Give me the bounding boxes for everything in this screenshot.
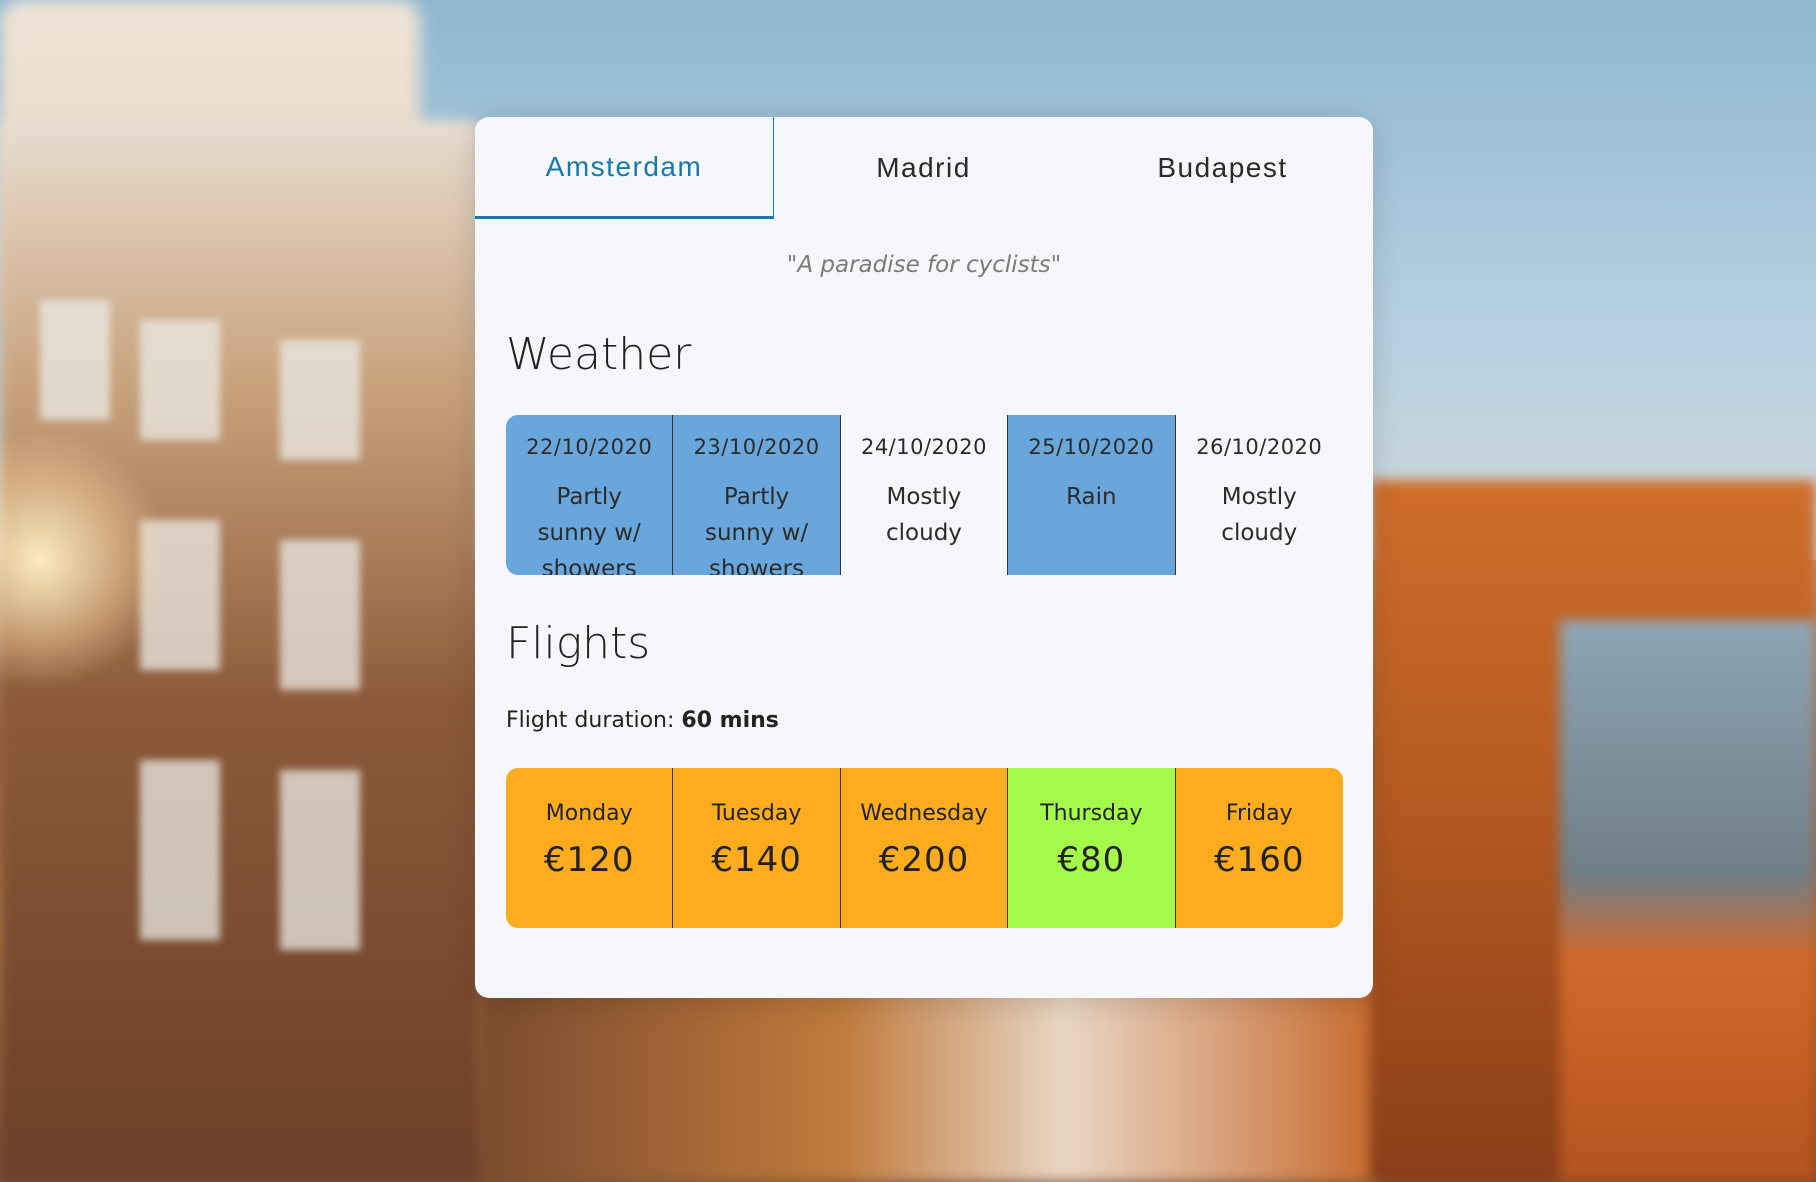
flight-price: €120 bbox=[543, 840, 635, 880]
background-window bbox=[40, 300, 110, 420]
flight-day-label: Thursday bbox=[1040, 801, 1143, 826]
flights-heading: Flights bbox=[506, 618, 651, 669]
weather-date: 26/10/2020 bbox=[1196, 435, 1323, 459]
flight-day[interactable]: Wednesday €200 bbox=[840, 768, 1009, 928]
background-window bbox=[140, 760, 220, 940]
flight-price: €80 bbox=[1057, 840, 1126, 880]
city-tabs: Amsterdam Madrid Budapest bbox=[475, 117, 1373, 219]
weather-date: 24/10/2020 bbox=[860, 435, 987, 459]
background-window bbox=[280, 540, 360, 690]
flight-day[interactable]: Tuesday €140 bbox=[673, 768, 841, 928]
flight-duration: Flight duration: 60 mins bbox=[506, 708, 779, 733]
flight-day[interactable]: Monday €120 bbox=[506, 768, 674, 928]
city-quote: "A paradise for cyclists" bbox=[786, 252, 1062, 278]
tab-budapest[interactable]: Budapest bbox=[1073, 117, 1372, 219]
weather-forecast: 22/10/2020 Partly sunny w/ showers 23/10… bbox=[506, 415, 1343, 575]
background-building bbox=[1560, 620, 1816, 1182]
weather-day: 25/10/2020 Rain bbox=[1008, 415, 1176, 575]
flight-day[interactable]: Friday €160 bbox=[1175, 768, 1343, 928]
flight-day-cheapest[interactable]: Thursday €80 bbox=[1008, 768, 1176, 928]
weather-description: Mostly cloudy bbox=[1221, 484, 1298, 546]
flight-duration-value: 60 mins bbox=[681, 708, 779, 733]
weather-day: 22/10/2020 Partly sunny w/ showers bbox=[506, 415, 674, 575]
weather-day: 23/10/2020 Partly sunny w/ showers bbox=[673, 415, 841, 575]
weather-description: Partly sunny w/ showers bbox=[704, 484, 809, 575]
flight-prices: Monday €120 Tuesday €140 Wednesday €200 … bbox=[506, 768, 1343, 928]
flight-day-label: Monday bbox=[545, 801, 633, 826]
background-window bbox=[280, 770, 360, 950]
flight-day-label: Friday bbox=[1225, 801, 1293, 826]
flight-price: €200 bbox=[878, 840, 970, 880]
weather-day: 24/10/2020 Mostly cloudy bbox=[841, 415, 1009, 575]
tab-madrid[interactable]: Madrid bbox=[774, 117, 1073, 219]
flight-day-label: Tuesday bbox=[711, 801, 802, 826]
weather-date: 22/10/2020 bbox=[526, 435, 653, 459]
weather-description: Rain bbox=[1066, 484, 1117, 510]
flight-price: €140 bbox=[711, 840, 802, 880]
background-window bbox=[280, 340, 360, 460]
city-card: Amsterdam Madrid Budapest "A paradise fo… bbox=[475, 117, 1373, 998]
weather-day: 26/10/2020 Mostly cloudy bbox=[1176, 415, 1343, 575]
weather-description: Mostly cloudy bbox=[886, 484, 962, 546]
background-sunlight bbox=[0, 420, 160, 700]
weather-date: 23/10/2020 bbox=[693, 435, 820, 459]
weather-heading: Weather bbox=[506, 329, 692, 380]
flight-day-label: Wednesday bbox=[860, 801, 988, 826]
tab-amsterdam[interactable]: Amsterdam bbox=[475, 117, 774, 219]
flight-duration-label: Flight duration: bbox=[506, 708, 675, 733]
weather-description: Partly sunny w/ showers bbox=[537, 484, 641, 575]
weather-date: 25/10/2020 bbox=[1028, 435, 1155, 459]
flight-price: €160 bbox=[1213, 840, 1305, 880]
